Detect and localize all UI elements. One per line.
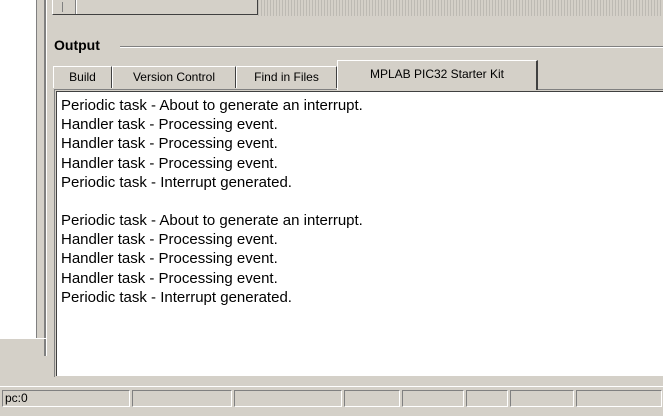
top-scroll-box[interactable] <box>52 0 258 15</box>
log-line: Handler task - Processing event. <box>61 269 278 287</box>
log-line: Periodic task - Interrupt generated. <box>61 173 292 191</box>
log-line: Periodic task - About to generate an int… <box>61 97 363 114</box>
tab-find-in-files[interactable]: Find in Files <box>236 66 337 88</box>
tab-find-in-files-label: Find in Files <box>254 70 319 84</box>
status-cell <box>132 390 232 407</box>
status-cell <box>234 390 342 407</box>
output-text-area[interactable]: Periodic task - About to generate an int… <box>56 91 663 376</box>
tab-mplab-pic32-starter-kit[interactable]: MPLAB PIC32 Starter Kit <box>337 60 538 90</box>
log-line-blank <box>61 192 363 211</box>
log-line: Handler task - Processing event. <box>61 154 278 172</box>
log-line: Handler task - Processing event. <box>61 116 278 134</box>
status-cell <box>466 390 508 407</box>
top-splitter[interactable] <box>258 0 663 16</box>
status-cell <box>576 390 662 407</box>
tab-build-label: Build <box>69 70 96 84</box>
status-cell <box>344 390 400 407</box>
status-pc: pc:0 <box>2 390 130 407</box>
tab-version-control-label: Version Control <box>132 70 216 84</box>
output-window-title: Output <box>54 37 100 53</box>
output-log: Periodic task - About to generate an int… <box>61 96 363 307</box>
left-pane <box>0 0 37 338</box>
output-title-rule <box>120 46 663 48</box>
status-cell <box>402 390 464 407</box>
scroll-left-button[interactable] <box>53 0 76 14</box>
status-cell <box>510 390 574 407</box>
tab-mplab-pic32-starter-kit-label: MPLAB PIC32 Starter Kit <box>369 67 505 81</box>
log-line: Periodic task - About to generate an int… <box>61 211 363 229</box>
tab-build[interactable]: Build <box>53 66 112 88</box>
left-splitter[interactable] <box>44 0 47 356</box>
scroll-track[interactable] <box>76 0 91 14</box>
log-line: Periodic task - Interrupt generated. <box>61 288 292 306</box>
log-line: Handler task - Processing event. <box>61 231 278 249</box>
left-pane-bottom-edge <box>0 338 47 347</box>
tab-version-control[interactable]: Version Control <box>112 66 236 88</box>
status-bar: pc:0 <box>0 386 663 416</box>
log-line: Handler task - Processing event. <box>61 250 278 268</box>
log-line: Handler task - Processing event. <box>61 135 278 153</box>
